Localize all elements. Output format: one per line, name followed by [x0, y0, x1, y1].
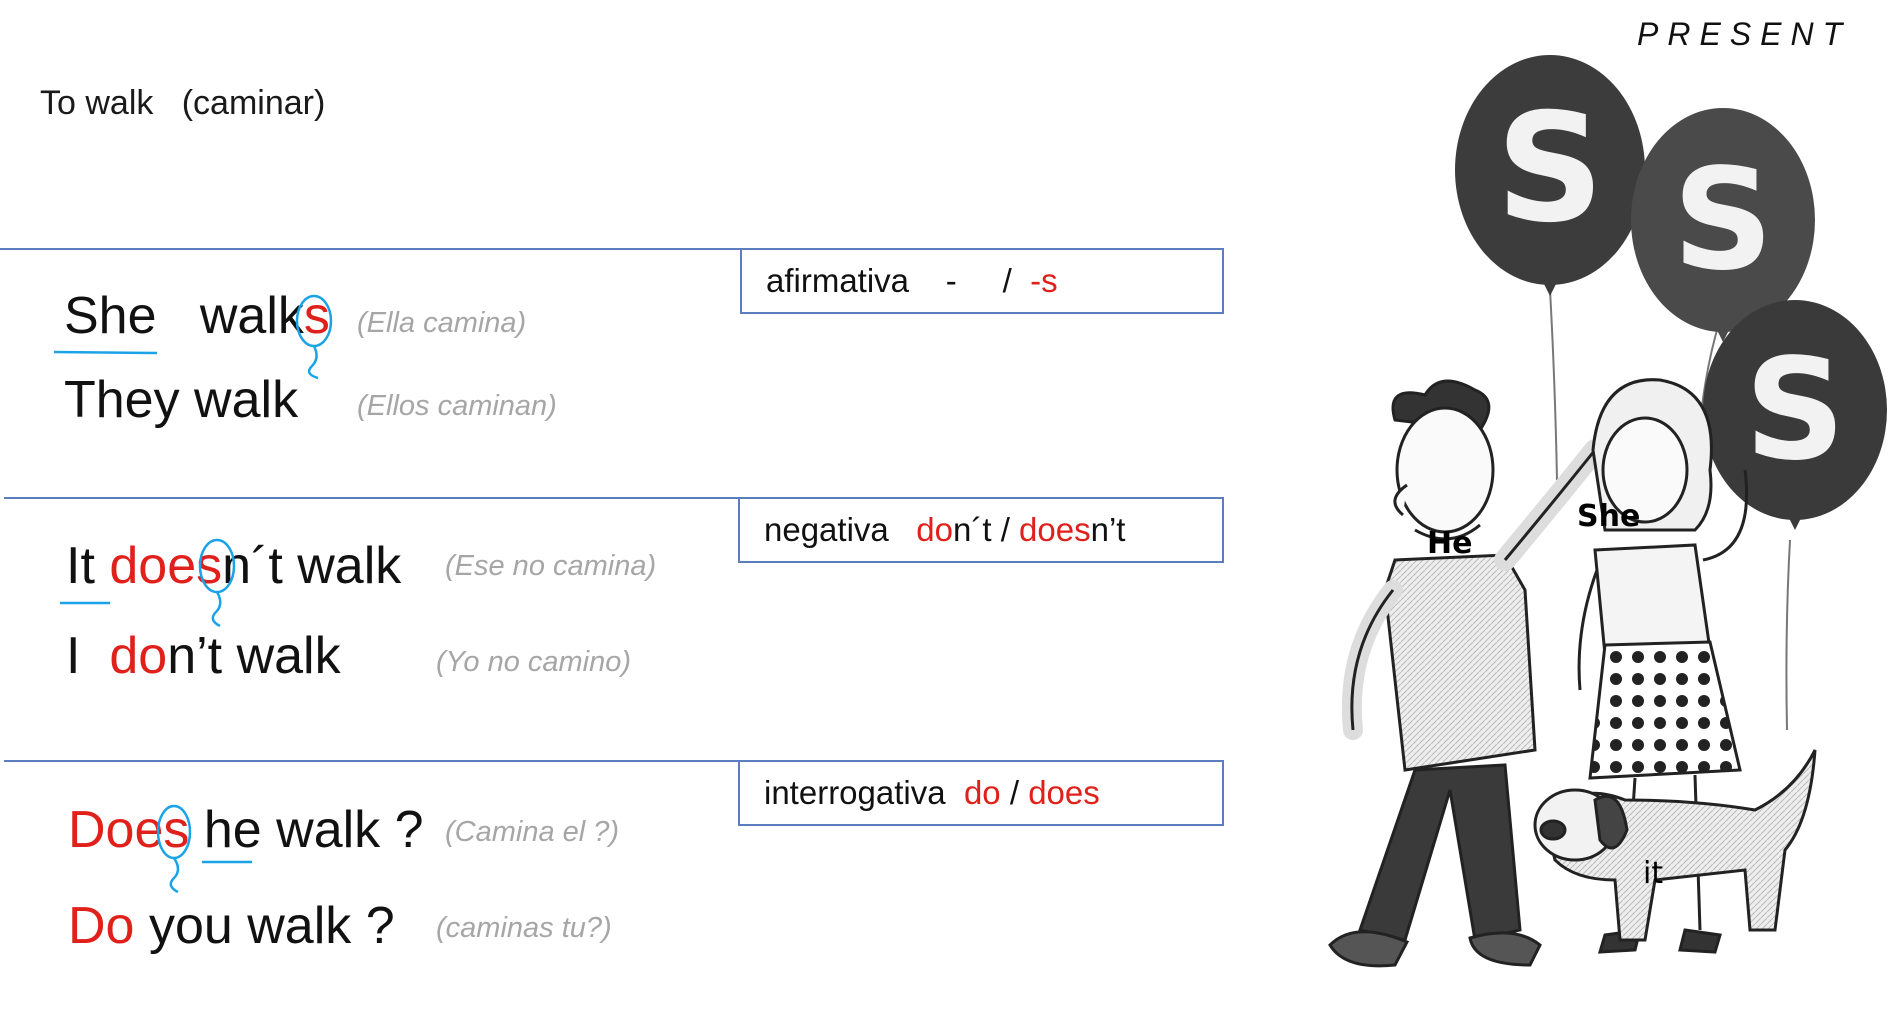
negative-slash: /	[1000, 511, 1010, 548]
sentence-4-rest: n’t walk	[167, 627, 341, 685]
sentence-1-suffix: s	[303, 287, 330, 345]
sentence-3-pronoun: It	[66, 537, 95, 595]
sentence-2-gloss: (Ellos caminan)	[357, 390, 557, 422]
sentence-i-dont-walk: I don’t walk	[66, 626, 341, 686]
balloon-letter-2: S	[1673, 139, 1774, 302]
balloon-icon: S	[1455, 55, 1645, 296]
sentence-4-aux: do	[109, 627, 168, 685]
section-divider-interrogative	[4, 760, 740, 762]
dog-figure	[1533, 749, 1817, 942]
sentence-it-doesnt-walk: It doesn´t walk	[66, 536, 401, 596]
illustration-drawing: S S S He She it	[1328, 55, 1887, 968]
sentence-they-walk: They walk	[64, 371, 299, 429]
sentence-6-rest: you walk ?	[148, 897, 395, 955]
sentence-1-verb: walk	[199, 287, 304, 345]
negative-do: do	[916, 511, 953, 548]
affirmative-box: afirmativa - / -s	[740, 248, 1224, 314]
sentence-4-pronoun: I	[66, 627, 81, 685]
section-divider-negative	[4, 497, 740, 499]
affirmative-label: afirmativa	[766, 262, 910, 299]
balloon-string-doesnt-s	[211, 591, 222, 628]
sentence-1-gloss: (Ella camina)	[357, 307, 527, 339]
affirmative-suffix: -s	[1030, 262, 1058, 299]
sentence-3-aux: does	[109, 537, 223, 595]
sentence-do-you-walk: Do you walk ?	[68, 896, 395, 956]
label-she: She	[1577, 499, 1640, 534]
balloon-letter-3: S	[1745, 329, 1846, 492]
interrogative-box: interrogativa do / does	[738, 760, 1224, 826]
sentence-6-gloss: (caminas tu?)	[436, 912, 612, 944]
balloon-string-does-s	[169, 857, 180, 894]
sentence-1-pronoun: She	[64, 287, 157, 345]
underline-she	[53, 350, 158, 355]
affirmative-dash: -	[945, 262, 957, 299]
interrogative-does: does	[1028, 774, 1100, 811]
sentence-3-rest: n´t walk	[222, 537, 402, 595]
negative-do-rest: n´t	[953, 511, 992, 548]
balloon-icon: S	[1703, 300, 1887, 530]
illustration: S S S He She it	[1275, 30, 1896, 1008]
man-figure	[1328, 379, 1606, 968]
title-verb: To walk	[40, 84, 154, 122]
page-title: To walk (caminar)	[40, 84, 325, 123]
sentence-6-aux: Do	[68, 897, 135, 955]
title-translation: (caminar)	[181, 84, 326, 122]
balloon-letter-1: S	[1496, 82, 1604, 256]
sentence-she-walks: She walks	[64, 286, 330, 346]
negative-does: does	[1019, 511, 1091, 548]
sentence-5-aux: Does	[68, 801, 190, 859]
sentence-3-gloss: (Ese no camina)	[445, 550, 657, 582]
affirmative-slash: /	[1002, 262, 1012, 299]
negative-does-rest: n’t	[1090, 511, 1126, 548]
negative-label: negativa	[764, 511, 889, 548]
interrogative-do: do	[963, 774, 1001, 811]
negative-box: negativa don´t / doesn’t	[738, 497, 1224, 563]
section-divider-affirmative	[0, 248, 740, 250]
sentence-does-he-walk: Does he walk ?	[68, 800, 424, 860]
label-he: He	[1427, 526, 1472, 561]
sentence-5-gloss: (Camina el ?)	[445, 816, 620, 848]
sentence-5-rest: he walk ?	[203, 801, 424, 859]
interrogative-label: interrogativa	[764, 774, 946, 811]
balloon-string-walks-s	[307, 345, 319, 380]
sentence-4-gloss: (Yo no camino)	[436, 646, 632, 678]
label-it: it	[1643, 856, 1663, 891]
interrogative-slash: /	[1009, 774, 1020, 811]
